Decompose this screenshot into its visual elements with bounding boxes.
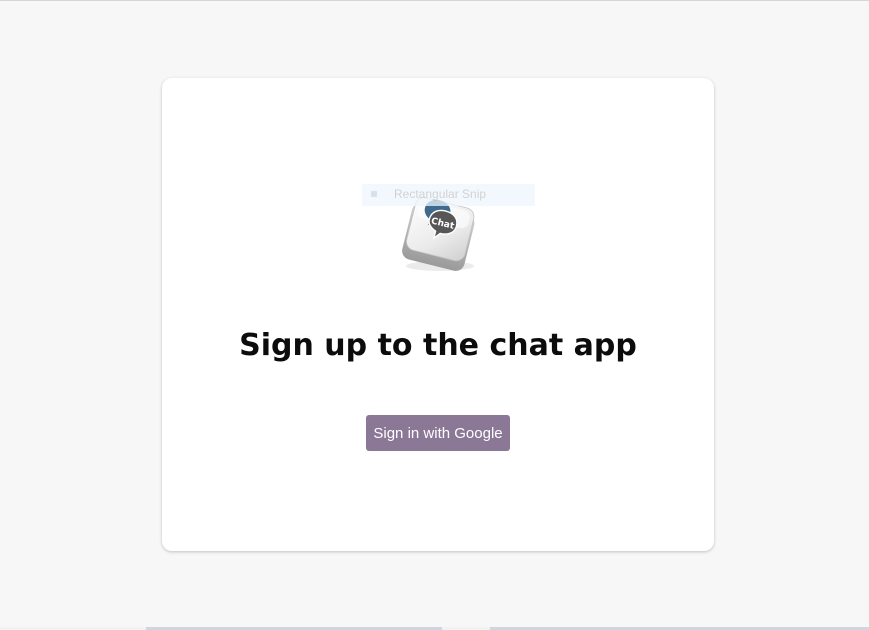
snip-mode-icon: [371, 191, 377, 197]
signup-card: Chat Rectangular Snip Sign up to the cha…: [162, 78, 714, 551]
window-top-border: [0, 0, 869, 1]
rectangular-snip-overlay: Rectangular Snip: [362, 184, 535, 206]
snip-mode-label: Rectangular Snip: [394, 187, 487, 201]
chat-key-icon: Chat: [396, 194, 482, 274]
sign-in-with-google-button[interactable]: Sign in with Google: [366, 415, 510, 451]
page-title: Sign up to the chat app: [239, 328, 637, 363]
